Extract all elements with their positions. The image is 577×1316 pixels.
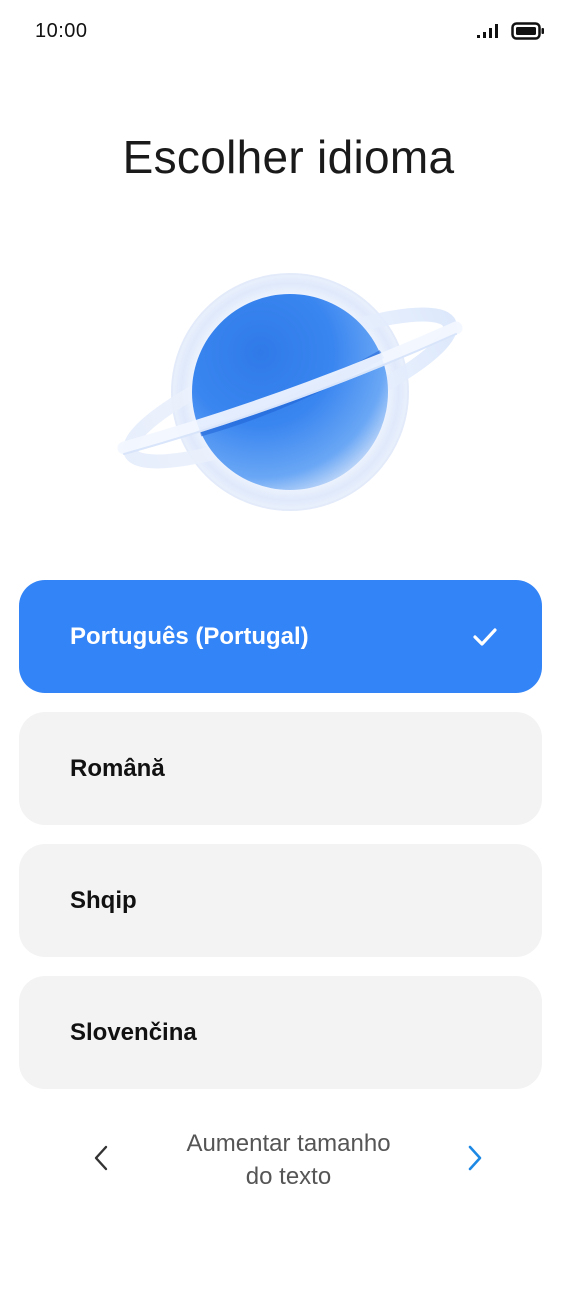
language-option-romana[interactable]: Română <box>19 712 542 825</box>
previous-button[interactable] <box>88 1143 114 1173</box>
battery-icon <box>511 22 544 40</box>
text-size-control: Aumentar tamanho do texto <box>0 1125 577 1195</box>
language-option-slovencina[interactable]: Slovenčina <box>19 976 542 1089</box>
status-time: 10:00 <box>35 20 88 42</box>
page-title: Escolher idioma <box>122 131 455 183</box>
language-option-shqip[interactable]: Shqip <box>19 844 542 957</box>
status-bar: 10:00 <box>0 0 577 64</box>
language-label: Română <box>70 754 165 782</box>
chevron-right-icon <box>468 1145 482 1171</box>
check-icon <box>473 627 497 646</box>
language-label: Slovenčina <box>70 1018 197 1046</box>
language-option-portugues-portugal[interactable]: Português (Portugal) <box>19 580 542 693</box>
signal-icon <box>477 24 498 38</box>
next-button[interactable] <box>462 1143 488 1173</box>
language-label: Português (Portugal) <box>70 622 309 650</box>
chevron-left-icon <box>94 1145 108 1171</box>
planet-illustration <box>117 273 463 511</box>
increase-text-size-label[interactable]: Aumentar tamanho do texto <box>150 1127 427 1193</box>
language-label: Shqip <box>70 886 137 914</box>
status-icons <box>476 22 545 40</box>
language-list: Português (Portugal) Română Shqip Sloven… <box>19 580 542 1108</box>
